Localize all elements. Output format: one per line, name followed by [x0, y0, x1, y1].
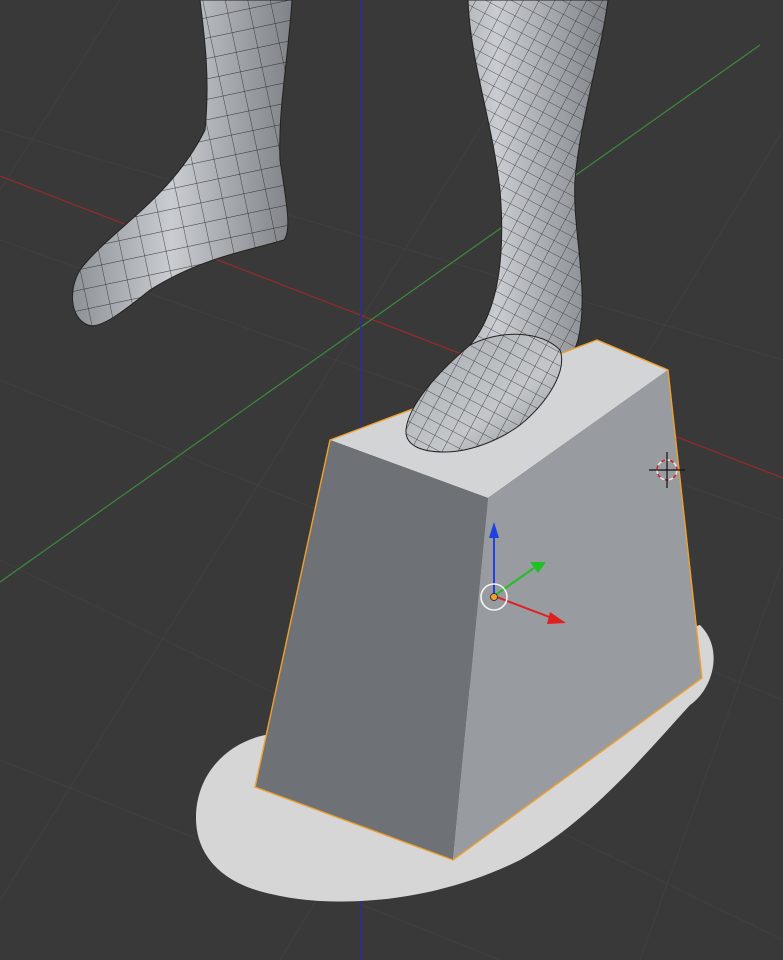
3d-viewport[interactable] — [0, 0, 783, 960]
viewport-scene[interactable] — [0, 0, 783, 960]
pedestal-left-face — [255, 440, 488, 860]
object-origin-icon — [490, 593, 498, 601]
left-leg-mesh — [71, 0, 293, 327]
